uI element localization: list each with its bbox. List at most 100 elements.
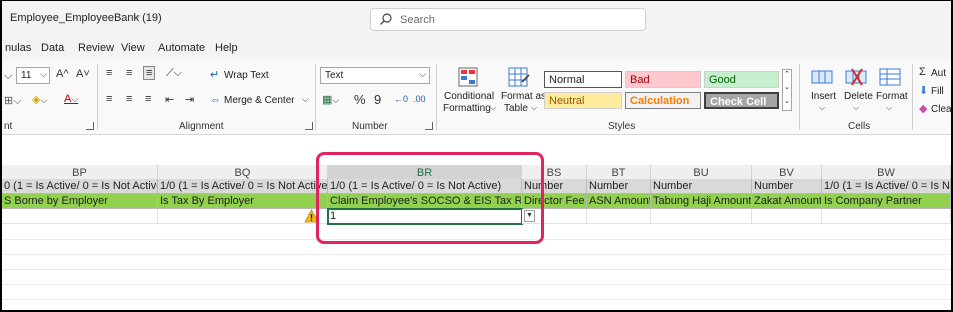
wrap-text-button[interactable]: Wrap Text bbox=[224, 70, 269, 81]
cell-bw-3[interactable] bbox=[822, 209, 951, 224]
search-input[interactable]: Search bbox=[370, 8, 646, 31]
style-good[interactable]: Good bbox=[704, 71, 779, 88]
accounting-format-icon[interactable]: ▦⌵ bbox=[322, 93, 339, 106]
cell-bq-3[interactable] bbox=[158, 209, 328, 224]
chevron-down-icon: ⌵ bbox=[490, 103, 497, 112]
style-calculation[interactable]: Calculation bbox=[625, 92, 701, 109]
cell-bu-3[interactable] bbox=[651, 209, 752, 224]
chevron-down-icon: ⌵ bbox=[819, 103, 826, 112]
alignment-dialog-launcher-icon[interactable] bbox=[305, 122, 313, 130]
menu-bar: nulas Data Review View Automate Help bbox=[2, 35, 951, 60]
style-normal[interactable]: Normal bbox=[544, 71, 622, 88]
orientation-icon[interactable]: ⟋⌵ bbox=[166, 67, 182, 80]
cell-bt-1[interactable]: Number bbox=[587, 179, 651, 194]
font-color-icon[interactable]: A⌵ bbox=[64, 93, 78, 105]
align-top-icon[interactable]: ≡ bbox=[106, 67, 112, 79]
grow-font-button[interactable]: A^ bbox=[56, 68, 69, 80]
menu-help[interactable]: Help bbox=[215, 42, 238, 54]
cell-bu-2[interactable]: Tabung Haji Amount bbox=[651, 194, 752, 209]
percent-button[interactable]: % bbox=[354, 92, 366, 107]
menu-data[interactable]: Data bbox=[41, 42, 64, 54]
decrease-decimal-icon[interactable]: .00 bbox=[413, 94, 426, 104]
cell-bp-1[interactable]: 0 (1 = Is Active/ 0 = Is Not Active) bbox=[2, 179, 158, 194]
chevron-down-icon: ⌵ bbox=[419, 69, 426, 79]
number-dialog-launcher-icon[interactable] bbox=[425, 122, 433, 130]
group-label-styles: Styles bbox=[608, 121, 636, 132]
fill-color-icon[interactable]: ◈⌵ bbox=[32, 93, 47, 106]
menu-review[interactable]: Review bbox=[78, 42, 114, 54]
shrink-font-button[interactable]: A˅ bbox=[76, 68, 90, 80]
grid-line bbox=[2, 284, 951, 285]
delete-button[interactable]: Delete bbox=[844, 91, 873, 102]
cell-bt-2[interactable]: ASN Amount bbox=[587, 194, 651, 209]
chevron-down-icon[interactable]: ⌄ bbox=[784, 83, 790, 91]
search-placeholder: Search bbox=[400, 14, 435, 26]
cell-bq-2[interactable]: Is Tax By Employer bbox=[158, 194, 328, 209]
group-label-alignment: Alignment bbox=[179, 121, 224, 132]
increase-decimal-icon[interactable]: ←0 bbox=[394, 94, 408, 104]
wrap-text-icon: ↵ bbox=[210, 69, 220, 81]
fill-icon: ⬇ bbox=[919, 85, 929, 97]
menu-automate[interactable]: Automate bbox=[158, 42, 205, 54]
format-button[interactable]: Format bbox=[876, 91, 908, 102]
merge-center-icon: ⇔ bbox=[210, 94, 221, 106]
cell-bw-2[interactable]: Is Company Partner bbox=[822, 194, 951, 209]
comma-style-button[interactable]: 9 bbox=[374, 92, 381, 107]
font-dialog-launcher-icon[interactable] bbox=[86, 122, 94, 130]
font-name-dropdown-edge[interactable]: ⌵ bbox=[4, 70, 12, 83]
menu-formulas[interactable]: nulas bbox=[5, 42, 31, 54]
cell-bw-1[interactable]: 1/0 (1 = Is Active/ 0 = Is Not bbox=[822, 179, 951, 194]
align-center-icon[interactable]: ≡ bbox=[126, 93, 132, 105]
chevron-down-icon: ⌵ bbox=[40, 69, 47, 79]
autosum-button[interactable]: Aut bbox=[931, 68, 946, 79]
align-bottom-icon[interactable]: ≡ bbox=[143, 66, 156, 80]
clear-button[interactable]: Clea bbox=[931, 104, 952, 115]
merge-center-button[interactable]: Merge & Center bbox=[224, 95, 295, 106]
styles-scroll[interactable]: ⌃ ⌄ ⌄ bbox=[782, 69, 792, 111]
style-check-cell[interactable]: Check Cell bbox=[704, 92, 779, 109]
borders-icon[interactable]: ⊞⌵ bbox=[4, 94, 22, 108]
conditional-formatting-label-1[interactable]: Conditional bbox=[444, 91, 494, 102]
separator bbox=[912, 64, 913, 130]
autosum-icon: Σ bbox=[919, 66, 926, 78]
align-middle-icon[interactable]: ≡ bbox=[126, 67, 132, 79]
format-as-table-icon bbox=[508, 67, 530, 87]
chevron-up-icon[interactable]: ⌃ bbox=[784, 70, 790, 78]
align-right-icon[interactable]: ≡ bbox=[145, 93, 151, 105]
number-format-value: Text bbox=[325, 70, 344, 81]
format-as-table-label-2[interactable]: Table bbox=[504, 103, 528, 114]
highlight-annotation bbox=[316, 152, 544, 244]
cell-bq-1[interactable]: 1/0 (1 = Is Active/ 0 = Is Not Active) bbox=[158, 179, 328, 194]
cell-bp-3[interactable] bbox=[2, 209, 158, 224]
increase-indent-icon[interactable]: ⇥ bbox=[185, 93, 194, 106]
menu-view[interactable]: View bbox=[121, 42, 145, 54]
fill-button[interactable]: Fill bbox=[931, 86, 944, 97]
cell-bv-2[interactable]: Zakat Amount bbox=[752, 194, 822, 209]
conditional-formatting-label-2[interactable]: Formatting bbox=[443, 103, 491, 114]
chevron-down-icon: ⌵ bbox=[531, 103, 538, 112]
cell-bv-3[interactable] bbox=[752, 209, 822, 224]
chevron-down-icon[interactable]: ⌵ bbox=[302, 94, 309, 105]
group-label-font: nt bbox=[4, 121, 13, 132]
insert-button[interactable]: Insert bbox=[811, 91, 836, 102]
cell-bu-1[interactable]: Number bbox=[651, 179, 752, 194]
chevron-down-icon: ⌵ bbox=[853, 103, 860, 112]
style-neutral[interactable]: Neutral bbox=[544, 92, 622, 109]
cell-bv-1[interactable]: Number bbox=[752, 179, 822, 194]
search-icon bbox=[380, 13, 392, 25]
group-label-number: Number bbox=[352, 121, 388, 132]
cell-bt-3[interactable] bbox=[587, 209, 651, 224]
conditional-formatting-icon bbox=[458, 67, 478, 87]
ribbon: ⌵ 11 ⌵ A^ A˅ ⊞⌵ ◈⌵ A⌵ nt ≡ ≡ ≡ ⟋⌵ ≡ ≡ ≡ … bbox=[2, 60, 952, 135]
number-format-dropdown[interactable]: Text ⌵ bbox=[320, 67, 430, 84]
decrease-indent-icon[interactable]: ⇤ bbox=[165, 93, 174, 106]
align-left-icon[interactable]: ≡ bbox=[106, 93, 112, 105]
font-size-dropdown[interactable]: 11 ⌵ bbox=[16, 67, 50, 84]
cell-bp-2[interactable]: S Borne by Employer bbox=[2, 194, 158, 209]
more-styles-icon[interactable]: ⌄ bbox=[784, 97, 790, 105]
chevron-down-icon[interactable]: ⌵ bbox=[133, 11, 141, 22]
style-bad[interactable]: Bad bbox=[625, 71, 701, 88]
format-as-table-label-1[interactable]: Format as bbox=[501, 91, 546, 102]
title-bar: Employee_EmployeeBank (19) ⌵ Search bbox=[2, 1, 951, 35]
format-cells-icon bbox=[879, 68, 901, 86]
